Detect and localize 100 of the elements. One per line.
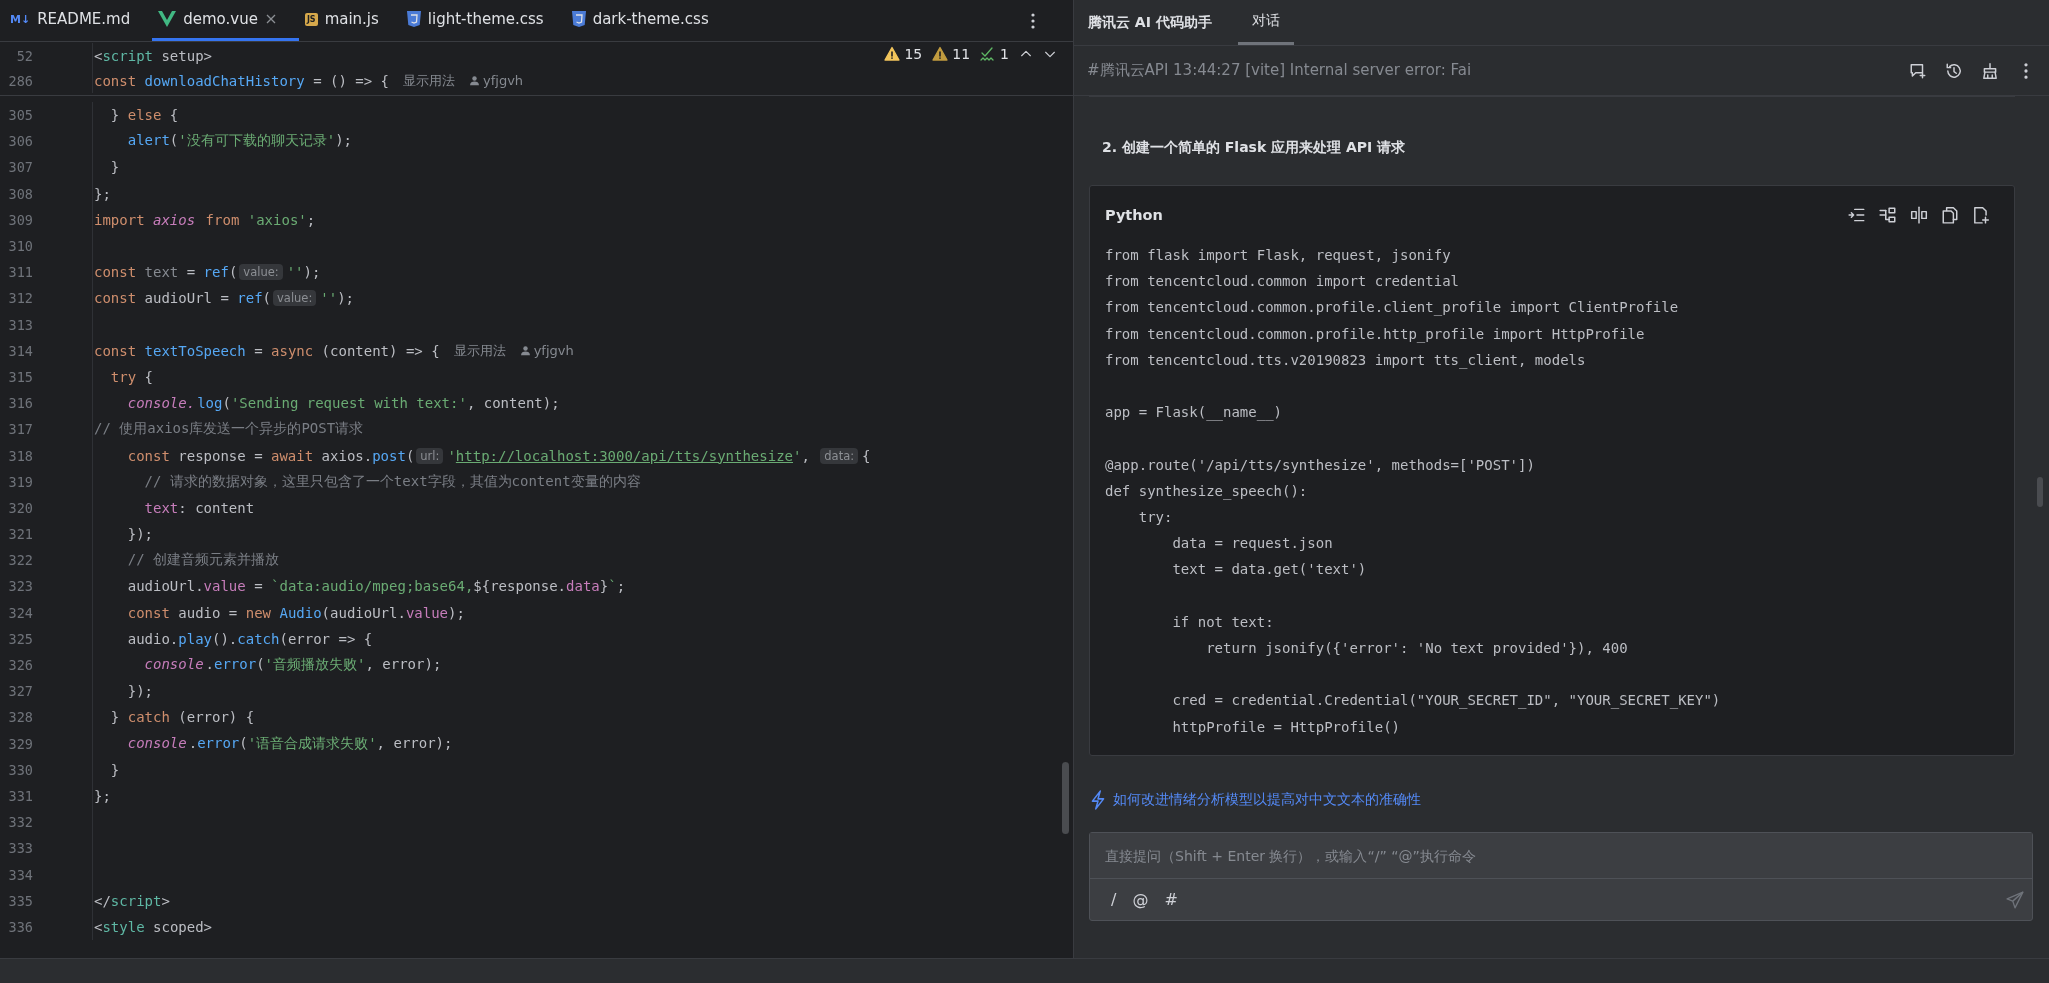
code-text: const audioUrl = ref( bbox=[94, 290, 272, 307]
code-text: } bbox=[109, 761, 120, 778]
line-number: 327 bbox=[7, 683, 33, 700]
code-text: console.log('Sending request with text:', content); bbox=[126, 395, 560, 412]
code-text: import axios from 'axios'; bbox=[94, 211, 316, 228]
code-text: { bbox=[862, 447, 871, 464]
code-text: try { bbox=[109, 368, 153, 385]
editor-tab[interactable]: light-theme.css bbox=[400, 0, 566, 41]
line-number: 311 bbox=[7, 264, 33, 281]
insert-right-icon[interactable] bbox=[1879, 206, 1897, 224]
line-number: 329 bbox=[7, 735, 33, 752]
split-icon[interactable] bbox=[1910, 206, 1928, 224]
command-button[interactable]: / bbox=[1108, 890, 1120, 909]
line-number: 324 bbox=[7, 604, 33, 621]
line-number: 331 bbox=[7, 787, 33, 804]
inspection-count: 11 bbox=[952, 46, 971, 62]
code-text: from flask import Flask, request, jsonify from tencentcloud.common import credential from tencentcloud.common.profile.client_profile import ClientProfile from tencentcloud.common.profile.http_profile import HttpProfile from tencentcloud.tts.v20190823 import tts_client, models app = Flask(__name__) @app.route('/api/tts/synthesize', methods=['POST']) def synthesize_speech(): try: data = request.json text = data.get('text') if not text: return jsonify({'error': 'No text provided'}), 400 cred = credential.Credential("YOUR_SECRET_ID", "YOUR_SECRET_KEY") httpProfile = HttpProfile() bbox=[1105, 246, 1722, 737]
more-icon[interactable] bbox=[1031, 12, 1035, 29]
person-icon bbox=[469, 75, 481, 86]
session-title: #腾讯云API 13:44:27 [vite] Internal server error: Fai bbox=[1087, 61, 1473, 80]
insert-left-icon[interactable] bbox=[1848, 206, 1866, 224]
code-text: console.error('语音合成请求失败', error); bbox=[126, 734, 453, 753]
code-text: }; bbox=[94, 185, 111, 202]
scrollbar-thumb[interactable] bbox=[1062, 762, 1069, 834]
input-field[interactable]: 直接提问（Shift + Enter 换行），或输入“/” “@”执行命令 bbox=[1090, 833, 2032, 879]
scrollbar-thumb[interactable] bbox=[2037, 477, 2043, 507]
new-file-icon[interactable] bbox=[1972, 206, 1990, 224]
line-number: 325 bbox=[7, 630, 33, 647]
code-text: const audio = new Audio(audioUrl.value); bbox=[126, 604, 465, 621]
line-number: 326 bbox=[7, 657, 33, 674]
code-text: ''); bbox=[286, 264, 321, 281]
command-button[interactable]: @ bbox=[1129, 890, 1152, 909]
editor-tab[interactable]: JS main.js bbox=[298, 0, 401, 41]
code-text: // 请求的数据对象，这里只包含了一个text字段，其值为content变量的内容 bbox=[143, 472, 641, 491]
chat-input-box[interactable]: 直接提问（Shift + Enter 换行），或输入“/” “@”执行命令 / @ # bbox=[1089, 832, 2033, 921]
inlay-hint: url: bbox=[416, 447, 444, 464]
editor-tab[interactable]: demo.vue bbox=[152, 0, 299, 41]
code-text: console.error('音频播放失败', error); bbox=[143, 656, 442, 675]
line-number: 310 bbox=[7, 238, 33, 255]
line-number: 328 bbox=[7, 709, 33, 726]
code-text: } bbox=[109, 159, 120, 176]
line-number: 309 bbox=[7, 211, 33, 228]
inspection-count: 15 bbox=[904, 46, 923, 62]
line-number: 305 bbox=[7, 107, 33, 124]
line-number: 321 bbox=[7, 526, 33, 543]
code-text: } catch (error) { bbox=[109, 709, 255, 726]
warning-icon bbox=[884, 46, 901, 62]
copy-icon[interactable] bbox=[1941, 206, 1959, 224]
editor-tab[interactable]: M↓ README.md bbox=[4, 0, 153, 41]
usages-hint[interactable]: 显示用法 bbox=[453, 341, 506, 360]
history-icon[interactable] bbox=[1945, 61, 1963, 80]
code-text: // 创建音频元素并播放 bbox=[126, 551, 279, 570]
line-number: 318 bbox=[7, 447, 33, 464]
line-number: 306 bbox=[7, 133, 33, 150]
line-number: 316 bbox=[7, 395, 33, 412]
new-chat-icon[interactable] bbox=[1909, 61, 1927, 80]
command-button[interactable]: # bbox=[1161, 890, 1181, 909]
markdown-icon: M↓ bbox=[10, 12, 31, 26]
line-number: 323 bbox=[7, 578, 33, 595]
line-number: 335 bbox=[7, 892, 33, 909]
code-text: <style scoped> bbox=[94, 918, 213, 935]
line-number: 320 bbox=[7, 499, 33, 516]
line-number: 332 bbox=[7, 814, 33, 831]
usages-hint[interactable]: 显示用法 bbox=[403, 71, 456, 90]
warning-icon bbox=[932, 46, 949, 62]
editor-tab[interactable]: dark-theme.css bbox=[565, 0, 731, 41]
chat-tab[interactable]: 对话 bbox=[1237, 0, 1294, 45]
line-number: 333 bbox=[7, 840, 33, 857]
code-text: audioUrl.value = `data:audio/mpeg;base64,${response.data}`; bbox=[126, 578, 626, 595]
step-heading: 2. 创建一个简单的 Flask 应用来处理 API 请求 bbox=[1102, 139, 1407, 157]
broom-icon[interactable] bbox=[1981, 61, 1999, 80]
line-number: 312 bbox=[7, 290, 33, 307]
line-number: 307 bbox=[7, 159, 33, 176]
line-number: 314 bbox=[7, 342, 33, 359]
panel-title: 腾讯云 AI 代码助手 bbox=[1088, 13, 1212, 32]
line-number: 315 bbox=[7, 368, 33, 385]
line-number: 313 bbox=[7, 316, 33, 333]
code-text: const textToSpeech = async (content) => { bbox=[94, 342, 440, 359]
code-text: const text = ref( bbox=[94, 264, 238, 281]
inlay-hint: value: bbox=[273, 290, 317, 307]
line-number: 308 bbox=[7, 185, 33, 202]
line-number: 322 bbox=[7, 552, 33, 569]
code-text: }); bbox=[126, 683, 153, 700]
line-number: 336 bbox=[7, 918, 33, 935]
inlay-hint: value: bbox=[239, 264, 283, 281]
line-number: 319 bbox=[7, 473, 33, 490]
author-hint: yfjgvh bbox=[533, 343, 574, 359]
lightning-icon bbox=[1089, 790, 1107, 810]
code-text: 'http://localhost:3000/api/tts/synthesize', bbox=[447, 447, 811, 464]
inspection-count: 1 bbox=[1000, 46, 1009, 62]
line-number: 330 bbox=[7, 761, 33, 778]
person-icon bbox=[519, 345, 531, 357]
suggestion-link[interactable]: 如何改进情绪分析模型以提高对中文文本的准确性 bbox=[1113, 791, 1421, 809]
close-icon[interactable] bbox=[264, 13, 277, 25]
code-text: <script setup> bbox=[94, 47, 213, 64]
code-text: // 使用axios库发送一个异步的POST请求 bbox=[94, 420, 364, 439]
language-label: Python bbox=[1105, 207, 1164, 223]
code-text: </script> bbox=[94, 892, 170, 909]
js-file-icon: JS bbox=[304, 12, 318, 26]
code-text: }; bbox=[94, 787, 111, 804]
